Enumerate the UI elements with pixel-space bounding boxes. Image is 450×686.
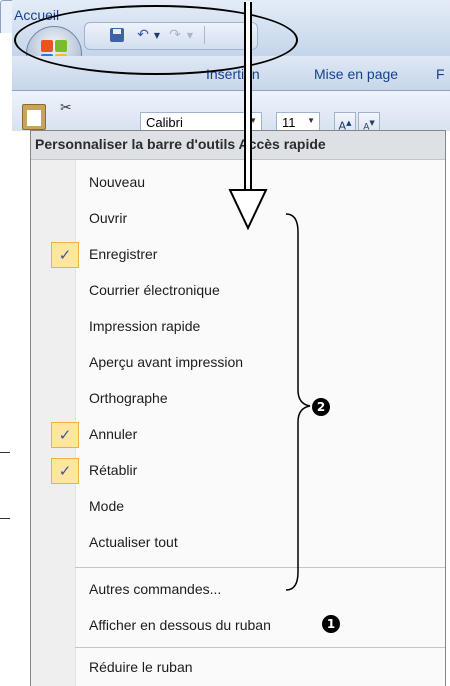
highlight-ellipse [14,5,298,75]
menu-item-retablir[interactable]: ✓ Rétablir [31,454,445,488]
callout-arrow [244,2,252,190]
checkmark-icon: ✓ [51,242,79,268]
tab-partial[interactable]: F [436,66,445,82]
menu-header: Personnaliser la barre d'outils Accès ra… [31,131,445,160]
menu-item-autres-commandes[interactable]: Autres commandes... [31,573,445,607]
menu-item-nouveau[interactable]: Nouveau [31,166,445,200]
menu-item-courrier[interactable]: Courrier électronique [31,274,445,308]
menu-item-mode[interactable]: Mode [31,490,445,524]
scissors-icon[interactable]: ✂ [60,100,72,116]
paste-icon[interactable] [22,104,46,130]
checkmark-icon: ✓ [51,422,79,448]
checkmark-icon: ✓ [51,458,79,484]
margin-line [0,518,10,519]
callout-badge-2: 2 [312,398,330,416]
menu-item-orthographe[interactable]: Orthographe [31,382,445,416]
menu-title: Personnaliser la barre d'outils Accès ra… [35,136,326,152]
customize-qat-menu: Personnaliser la barre d'outils Accès ra… [30,130,446,686]
menu-item-ouvrir[interactable]: Ouvrir [31,202,445,236]
menu-separator [75,647,445,648]
menu-item-reduire-ruban[interactable]: Réduire le ruban [31,651,445,685]
tab-mise-en-page[interactable]: Mise en page [314,66,398,82]
menu-item-impression-rapide[interactable]: Impression rapide [31,310,445,344]
margin-line [0,452,10,453]
callout-badge-1: 1 [322,615,340,633]
menu-item-enregistrer[interactable]: ✓ Enregistrer [31,238,445,272]
menu-item-actualiser[interactable]: Actualiser tout [31,526,445,560]
menu-item-apercu[interactable]: Aperçu avant impression [31,346,445,380]
chevron-down-icon: ▼ [307,116,315,125]
menu-item-afficher-dessous[interactable]: Afficher en dessous du ruban [31,609,445,643]
menu-item-annuler[interactable]: ✓ Annuler [31,418,445,452]
menu-separator [75,567,445,568]
